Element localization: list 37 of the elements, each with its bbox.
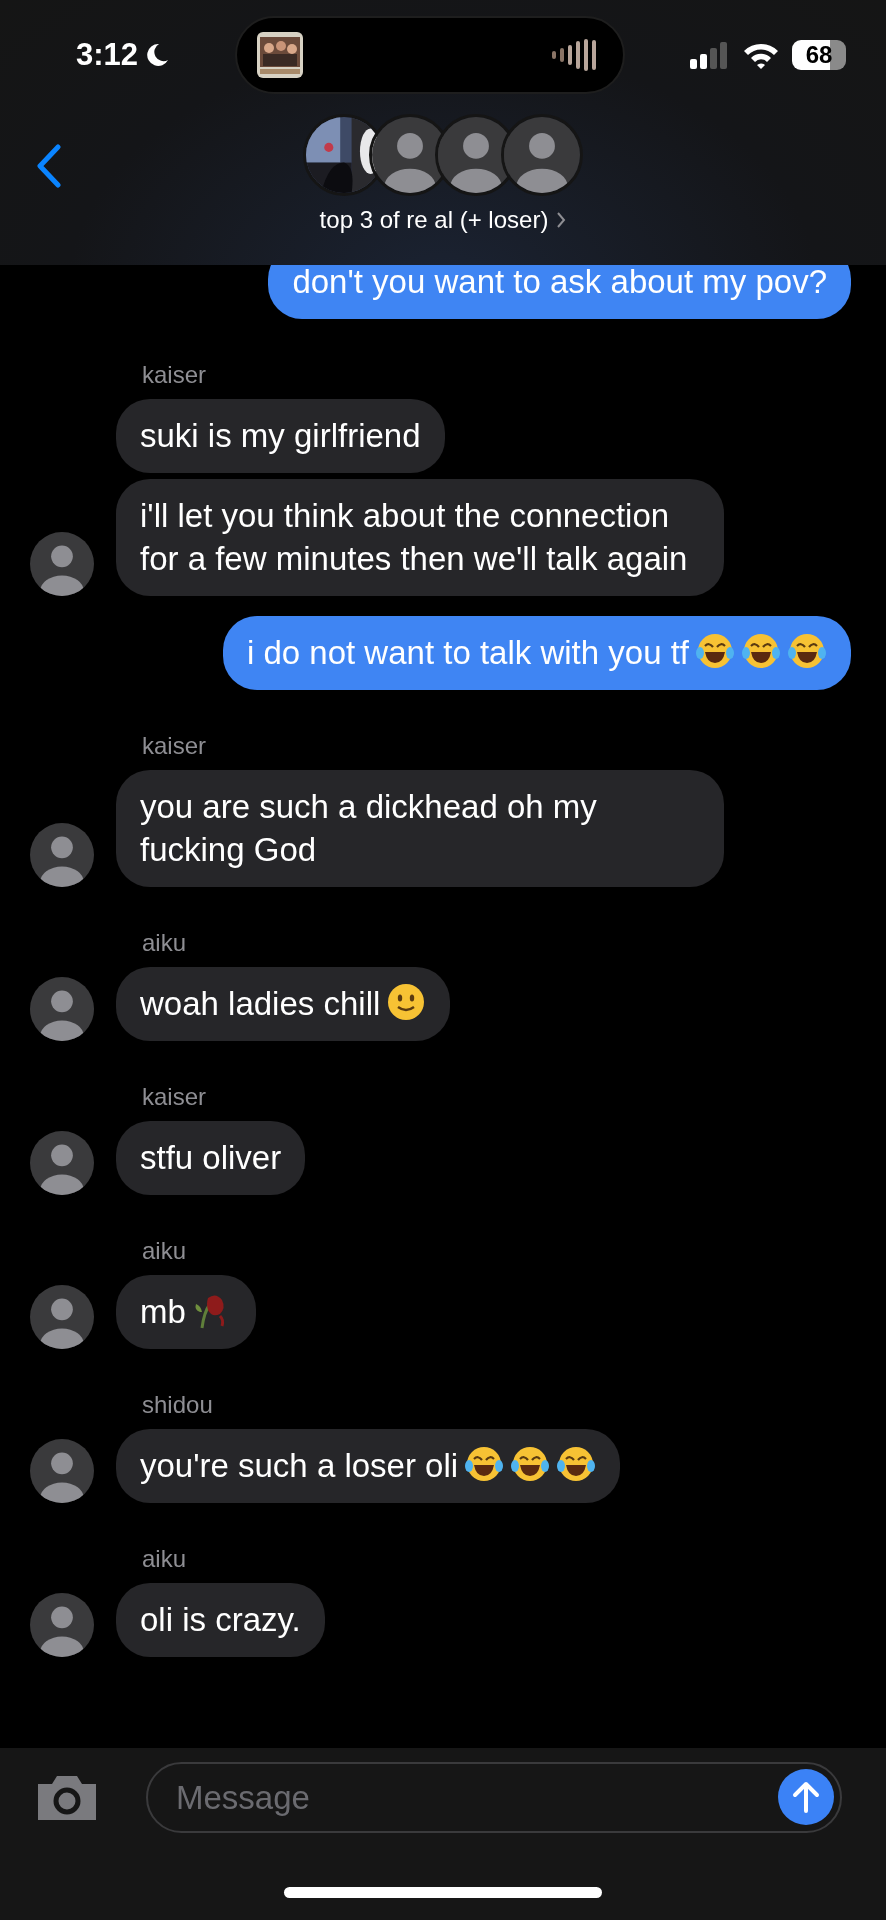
chevron-icon <box>556 211 567 229</box>
received-message: stfu oliver <box>116 1121 306 1195</box>
received-message: suki is my girlfriend <box>116 399 445 473</box>
sent-message: i do not want to talk with you tf <box>222 616 851 690</box>
received-message: mb <box>116 1275 256 1349</box>
laughing-face-icon <box>464 1444 505 1484</box>
waveform-icon <box>551 37 599 73</box>
laughing-face-icon <box>787 631 827 671</box>
signal-icon <box>690 41 730 69</box>
message-field[interactable]: Message <box>146 1762 842 1833</box>
wifi-icon <box>742 41 780 69</box>
received-message: woah ladies chill <box>116 967 451 1041</box>
arrow-up-icon <box>791 1780 821 1814</box>
sender-name: aiku <box>142 1545 188 1573</box>
status-time: 3:12 <box>76 37 139 73</box>
back-icon[interactable] <box>36 144 62 188</box>
received-message: i'll let you think about the connection for a few minutes then we'll talk again <box>116 479 724 596</box>
moon-icon <box>144 42 171 68</box>
sender-name: kaiser <box>142 361 208 389</box>
smiling-face-icon <box>386 982 427 1022</box>
received-message: oli is crazy. <box>116 1583 325 1657</box>
battery-level: 68 <box>792 40 846 70</box>
avatar-icon <box>501 114 583 196</box>
laughing-face-icon <box>556 1444 597 1484</box>
laughing-face-icon <box>741 631 781 671</box>
sender-name: shidou <box>142 1391 214 1419</box>
laughing-face-icon <box>695 631 735 671</box>
sent-message: don't you want to ask about my pov? <box>268 265 851 319</box>
sender-name: kaiser <box>142 732 208 760</box>
conversation-title[interactable]: top 3 of re al (+ loser) <box>319 206 567 234</box>
laughing-face-icon <box>510 1444 551 1484</box>
received-message: you are such a dickhead oh my fucking God <box>116 770 724 887</box>
received-message: you're such a loser oli <box>116 1429 621 1503</box>
sender-name: aiku <box>142 1237 188 1265</box>
sender-name: aiku <box>142 929 188 957</box>
send-button[interactable] <box>778 1769 834 1825</box>
sender-name: kaiser <box>142 1083 208 1111</box>
